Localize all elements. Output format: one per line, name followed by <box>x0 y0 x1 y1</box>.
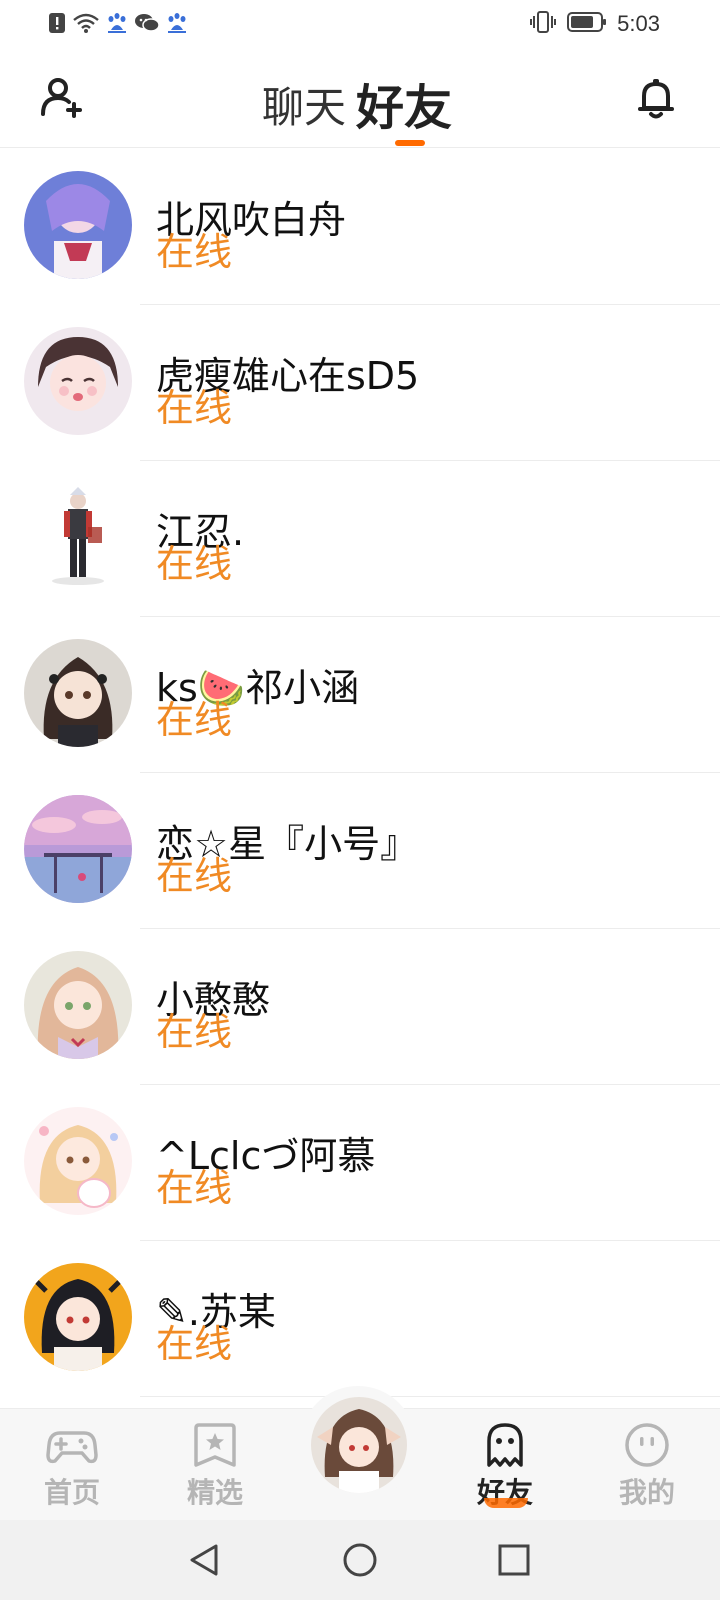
home-icon <box>343 1543 377 1577</box>
recent-apps-icon <box>498 1544 530 1576</box>
status-time: 5:03 <box>617 11 660 36</box>
nav-featured-label: 精选 <box>186 1476 243 1509</box>
friend-row[interactable]: ks🍉祁小涵 在线 <box>0 617 720 773</box>
avatar[interactable] <box>24 639 132 747</box>
online-status: 在线 <box>156 854 233 898</box>
tab-friends[interactable]: 好友 <box>356 68 452 138</box>
divider <box>140 1396 720 1397</box>
online-status: 在线 <box>156 1166 233 1210</box>
ghost-icon <box>487 1423 523 1467</box>
wifi-icon <box>72 12 100 38</box>
avatar[interactable] <box>24 1263 132 1371</box>
online-status: 在线 <box>156 230 233 274</box>
wechat-icon <box>134 12 160 38</box>
friend-row[interactable]: 北风吹白舟 在线 <box>0 149 720 305</box>
friend-row[interactable]: 虎瘦雄心在sD5 在线 <box>0 305 720 461</box>
profile-avatar[interactable] <box>311 1397 407 1493</box>
online-status: 在线 <box>156 1010 233 1054</box>
nav-home[interactable]: 首页 <box>17 1421 127 1513</box>
add-friend-button[interactable] <box>38 74 86 122</box>
friend-row[interactable]: ✎.苏某 在线 <box>0 1241 720 1397</box>
online-status: 在线 <box>156 698 233 742</box>
avatar[interactable] <box>24 1107 132 1215</box>
home-button[interactable] <box>340 1540 380 1580</box>
back-button[interactable] <box>186 1540 226 1580</box>
online-status: 在线 <box>156 1322 233 1366</box>
back-icon <box>190 1544 218 1576</box>
friend-row[interactable]: 小憨憨 在线 <box>0 929 720 1085</box>
system-nav-bar <box>0 1520 720 1600</box>
status-bar: 5:03 <box>0 0 720 48</box>
nav-home-label: 首页 <box>43 1476 100 1509</box>
gamepad-icon <box>46 1431 98 1464</box>
avatar[interactable] <box>24 483 132 591</box>
online-status: 在线 <box>156 542 233 586</box>
active-nav-indicator <box>484 1498 528 1508</box>
recent-apps-button[interactable] <box>494 1540 534 1580</box>
battery-icon <box>567 11 607 37</box>
alert-icon <box>48 12 66 38</box>
notifications-button[interactable] <box>632 74 680 122</box>
star-bookmark-icon <box>194 1423 236 1467</box>
nav-mine-label: 我的 <box>618 1476 675 1509</box>
active-tab-indicator <box>395 140 425 146</box>
friend-row[interactable]: 江忍. 在线 <box>0 461 720 617</box>
bell-icon <box>638 79 674 119</box>
avatar[interactable] <box>24 795 132 903</box>
friend-row[interactable]: 恋☆星『小号』 在线 <box>0 773 720 929</box>
baidu-icon <box>166 12 188 38</box>
app-header: 聊天 好友 <box>0 48 720 148</box>
nav-mine[interactable]: 我的 <box>592 1421 702 1513</box>
vibrate-icon <box>529 10 557 38</box>
status-left-icons <box>48 12 188 38</box>
friend-list: 北风吹白舟 在线 虎瘦雄心在sD5 在线 江忍. 在线 ks🍉祁小涵 在线 恋☆… <box>0 149 720 1397</box>
status-right-icons: 5:03 <box>529 10 660 38</box>
tab-chat[interactable]: 聊天 <box>262 74 346 135</box>
baidu-icon <box>106 12 128 38</box>
add-user-icon <box>41 78 82 118</box>
smiley-icon <box>625 1423 669 1467</box>
friend-row[interactable]: ^Lclcづ阿慕 在线 <box>0 1085 720 1241</box>
avatar[interactable] <box>24 327 132 435</box>
nav-featured[interactable]: 精选 <box>160 1421 270 1513</box>
avatar[interactable] <box>24 951 132 1059</box>
online-status: 在线 <box>156 386 233 430</box>
avatar[interactable] <box>24 171 132 279</box>
